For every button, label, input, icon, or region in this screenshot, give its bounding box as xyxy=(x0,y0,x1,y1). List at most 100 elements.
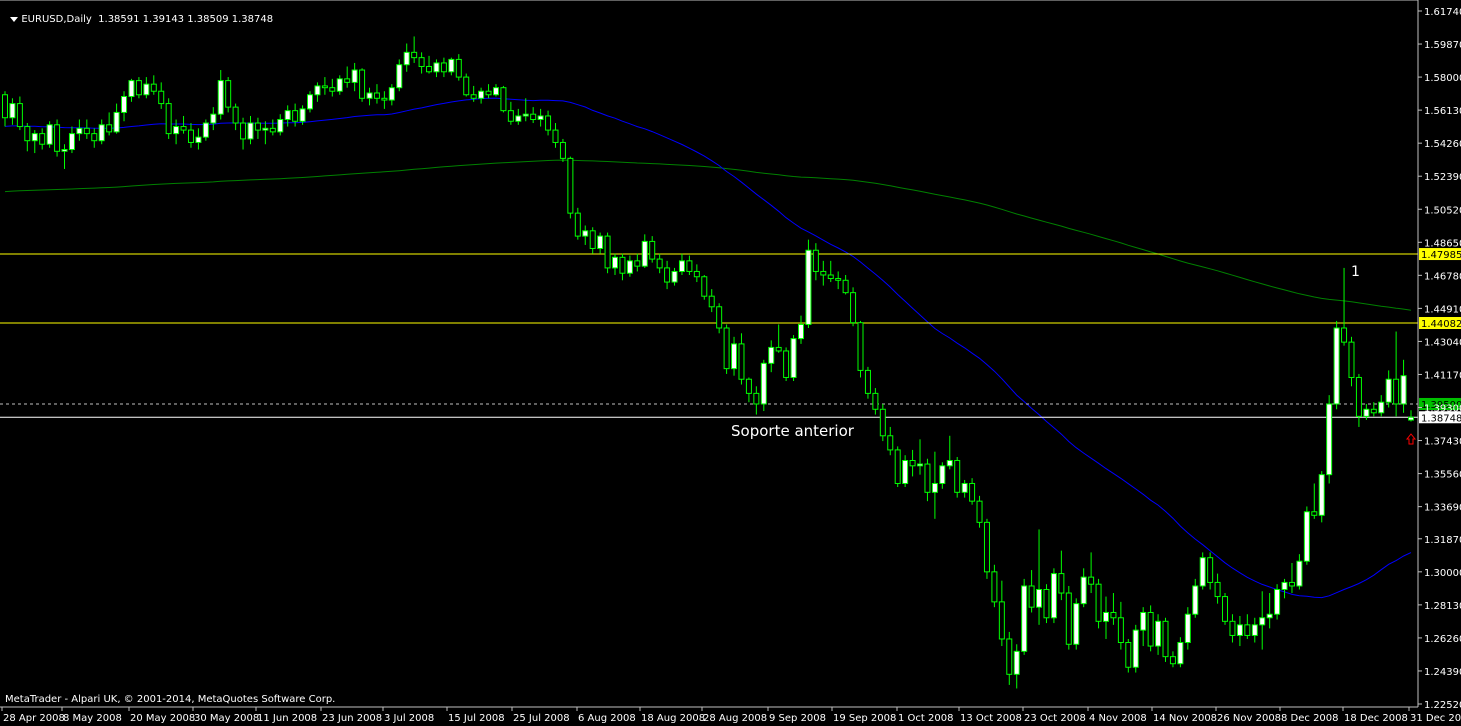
x-tick-label: 28 Apr 2008 xyxy=(3,713,65,724)
candle-body-bear xyxy=(180,126,187,131)
candle-body-bear xyxy=(24,126,31,142)
candle-body-bear xyxy=(656,258,663,269)
candle-body-bear xyxy=(1147,611,1154,647)
x-tick-label: 13 Oct 2008 xyxy=(960,713,1022,724)
candle-body-bull xyxy=(1050,573,1057,619)
candle-body-bull xyxy=(1199,557,1206,587)
candle-body-bull xyxy=(678,260,685,272)
candle-body-bear xyxy=(373,92,380,99)
candle-body-bear xyxy=(1207,557,1214,583)
candle-body-bear xyxy=(91,133,98,142)
y-tick-label: 1.28130 xyxy=(1424,601,1461,612)
candle-body-bear xyxy=(470,94,477,99)
candle-body-bull xyxy=(931,482,938,493)
candle-body-bull xyxy=(247,122,254,140)
candle-body-bull xyxy=(1303,511,1310,562)
candle-body-bear xyxy=(894,449,901,484)
candle-body-bear xyxy=(485,90,492,96)
y-tick-label: 1.50520 xyxy=(1424,205,1461,216)
candle-body-bear xyxy=(225,80,232,108)
candle-body-bull xyxy=(1177,642,1184,665)
candle-body-bull xyxy=(277,118,284,133)
candle-body-bear xyxy=(1088,576,1095,585)
candle-body-bear xyxy=(16,103,23,128)
candle-body-bull xyxy=(299,108,306,122)
candle-body-bull xyxy=(790,338,797,378)
candle-body-bull xyxy=(768,346,775,364)
candle-body-bear xyxy=(716,306,723,329)
candle-body-bear xyxy=(500,87,507,112)
y-tick-label: 1.26260 xyxy=(1424,634,1461,645)
candle-body-bull xyxy=(671,270,678,283)
candle-body-bull xyxy=(1363,408,1370,417)
candle-body-bear xyxy=(507,110,514,122)
candle-body-bear xyxy=(54,124,61,152)
y-tick-label: 1.43040 xyxy=(1424,337,1461,348)
candle-body-bull xyxy=(939,465,946,484)
candle-body-bull xyxy=(448,58,455,73)
candle-body-bear xyxy=(329,87,336,92)
candle-body-bear xyxy=(879,408,886,437)
candle-body-bull xyxy=(478,90,485,99)
x-tick-label: 26 Nov 2008 xyxy=(1217,713,1281,724)
candle-body-bear xyxy=(842,279,849,294)
candle-body-bull xyxy=(173,126,180,135)
candle-body-bull xyxy=(537,115,544,120)
candle-body-bull xyxy=(1021,585,1028,652)
candle-body-bear xyxy=(664,267,671,283)
candle-body-bear xyxy=(2,94,8,119)
price-chart[interactable]: 1.479851.440821.395001.38748 1.617401.59… xyxy=(0,0,1461,726)
x-tick-label: 8 May 2008 xyxy=(63,713,122,724)
candle-body-bull xyxy=(582,230,589,237)
x-tick-label: 31 Dec 2008 xyxy=(1410,713,1461,724)
candle-body-bear xyxy=(589,230,596,249)
candle-body-bear xyxy=(783,350,790,378)
wave-label: 1 xyxy=(1351,264,1360,280)
candle-body-bear xyxy=(693,270,700,278)
candle-body-bull xyxy=(805,249,812,325)
y-tick-label: 1.41170 xyxy=(1424,370,1461,381)
candle-body-bear xyxy=(1095,583,1102,622)
candle-body-bear xyxy=(552,129,559,143)
candle-body-bear xyxy=(649,240,656,260)
copyright-text: MetaTrader - Alpari UK, © 2001-2014, Met… xyxy=(5,694,336,705)
x-tick-label: 28 Aug 2008 xyxy=(703,713,767,724)
candle-body-bull xyxy=(388,87,395,101)
candle-body-bull xyxy=(1378,401,1385,414)
candle-body-bull xyxy=(1251,624,1258,636)
y-tick-label: 1.46780 xyxy=(1424,271,1461,282)
candle-body-bull xyxy=(1036,589,1043,608)
candle-body-bull xyxy=(641,240,648,267)
candle-body-bear xyxy=(254,122,261,131)
candle-body-bull xyxy=(1296,560,1303,587)
candle-body-bear xyxy=(187,129,194,143)
candle-body-bear xyxy=(827,274,834,280)
x-tick-label: 14 Nov 2008 xyxy=(1153,713,1217,724)
candle-body-bull xyxy=(522,113,529,117)
candle-body-bull xyxy=(1318,474,1325,516)
support-annotation: Soporte anterior xyxy=(731,422,854,440)
candle-body-bear xyxy=(559,141,566,159)
chart-menu-triangle-icon[interactable] xyxy=(10,16,19,22)
x-tick-label: 3 Jul 2008 xyxy=(384,713,434,724)
candle-body-bear xyxy=(1214,581,1221,598)
level-price-label: 1.47985 xyxy=(1421,250,1461,261)
candle-body-bull xyxy=(1266,613,1273,619)
y-tick-label: 1.59870 xyxy=(1424,40,1461,51)
y-tick-label: 1.33690 xyxy=(1424,503,1461,514)
candle-body-bull xyxy=(68,133,75,151)
candle-body-bull xyxy=(284,110,291,120)
candle-body-bear xyxy=(708,295,715,308)
candle-body-bull xyxy=(217,80,224,115)
chart-info-bar[interactable]: EURUSD,Daily 1.38591 1.39143 1.38509 1.3… xyxy=(4,3,273,25)
candle-body-bear xyxy=(1341,327,1348,343)
candle-body-bull xyxy=(1013,650,1020,675)
candle-body-bear xyxy=(1355,376,1362,417)
candle-body-bull xyxy=(961,482,968,493)
candle-body-bear xyxy=(812,249,819,272)
candle-body-bull xyxy=(76,127,83,135)
candle-body-bear xyxy=(983,521,990,573)
candle-body-bull xyxy=(314,85,321,96)
candle-body-bear xyxy=(530,113,537,120)
candle-body-bull xyxy=(1408,416,1414,421)
